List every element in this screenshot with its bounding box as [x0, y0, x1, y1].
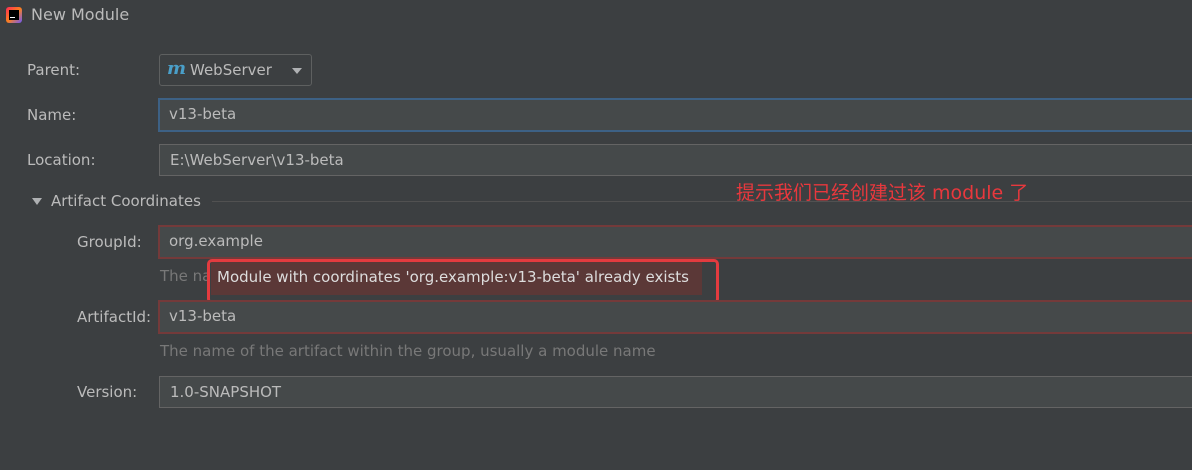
- name-input[interactable]: v13-beta: [158, 98, 1192, 132]
- location-label: Location:: [27, 151, 96, 169]
- chevron-down-icon: [292, 68, 302, 74]
- version-label: Version:: [77, 383, 138, 401]
- group-id-input[interactable]: org.example: [158, 225, 1192, 259]
- artifact-id-hint: The name of the artifact within the grou…: [160, 342, 656, 360]
- section-separator: [212, 201, 1192, 202]
- group-id-label: GroupId:: [77, 233, 142, 251]
- group-id-hint: The na: [160, 267, 212, 285]
- parent-select[interactable]: m WebServer: [159, 54, 312, 86]
- annotation-highlight-box: [207, 259, 719, 304]
- maven-m-icon: m: [167, 58, 187, 79]
- triangle-down-icon[interactable]: [32, 198, 42, 205]
- parent-label: Parent:: [27, 61, 81, 79]
- version-input[interactable]: 1.0-SNAPSHOT: [159, 376, 1192, 408]
- location-input[interactable]: E:\WebServer\v13-beta: [159, 144, 1192, 176]
- window-title: New Module: [31, 5, 130, 24]
- artifact-coordinates-toggle[interactable]: Artifact Coordinates: [51, 192, 201, 210]
- artifact-id-input[interactable]: v13-beta: [158, 300, 1192, 334]
- parent-value: WebServer: [190, 61, 272, 79]
- intellij-idea-icon: [6, 7, 22, 23]
- title-bar: New Module: [0, 0, 1192, 30]
- artifact-id-label: ArtifactId:: [77, 308, 152, 326]
- name-label: Name:: [27, 106, 77, 124]
